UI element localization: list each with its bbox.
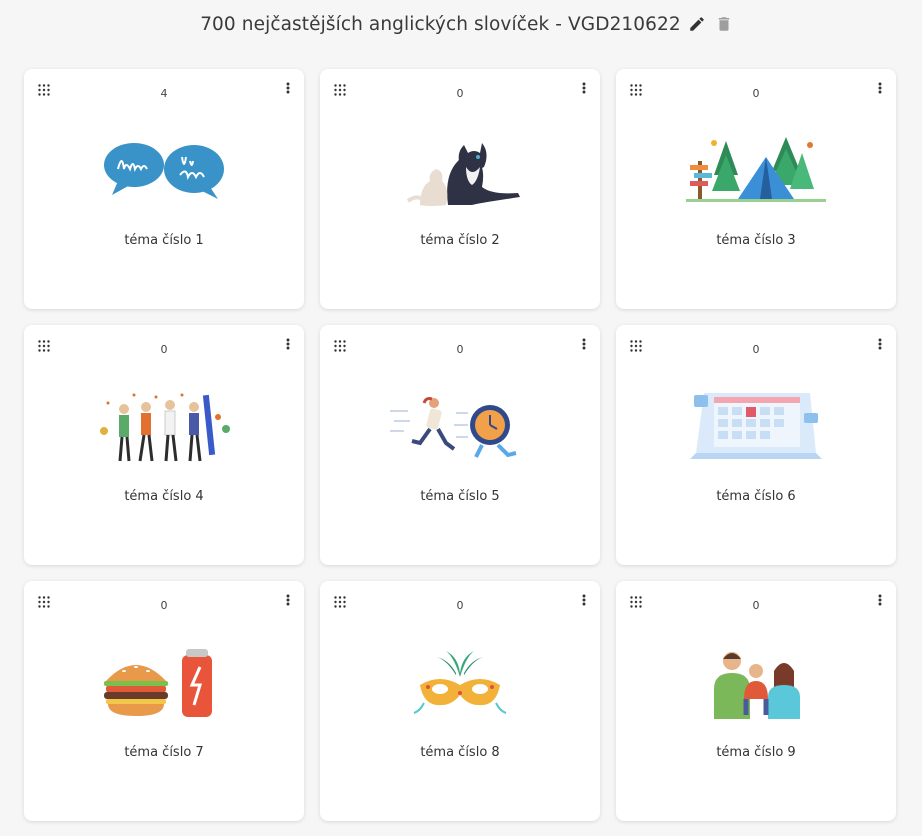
topic-label: téma číslo 4	[124, 489, 204, 504]
word-count: 0	[456, 599, 464, 612]
trash-icon	[718, 17, 730, 31]
dog-and-cat-illustration	[406, 143, 520, 206]
more-menu-icon[interactable]	[282, 337, 294, 351]
word-count: 0	[456, 87, 464, 100]
topic-card-7[interactable]: 0 téma číslo 7	[24, 581, 304, 821]
topic-card-4[interactable]: 0 téma číslo 4	[24, 325, 304, 565]
topic-card-3[interactable]: 0 téma číslo 3	[616, 69, 896, 309]
topic-card-8[interactable]: 0 téma číslo 8	[320, 581, 600, 821]
calendar-illustration	[690, 393, 822, 459]
more-menu-icon[interactable]	[874, 593, 886, 607]
page-title: 700 nejčastějších anglických slovíček - …	[200, 13, 681, 35]
topic-label: téma číslo 3	[716, 233, 796, 248]
more-menu-icon[interactable]	[874, 337, 886, 351]
word-count: 0	[160, 343, 168, 356]
topic-label: téma číslo 1	[124, 233, 204, 248]
burger-and-soda-illustration	[104, 649, 212, 717]
speech-bubbles-illustration	[104, 143, 224, 199]
pencil-icon	[690, 17, 704, 31]
word-count: 0	[752, 87, 760, 100]
party-people-illustration	[100, 393, 230, 462]
topic-card-9[interactable]: 0 téma číslo 9	[616, 581, 896, 821]
family-illustration	[714, 652, 800, 719]
carnival-mask-illustration	[413, 651, 507, 714]
page-header: 700 nejčastějších anglických slovíček - …	[0, 0, 922, 48]
topic-label: téma číslo 2	[420, 233, 500, 248]
more-menu-icon[interactable]	[874, 81, 886, 95]
topic-label: téma číslo 7	[124, 745, 204, 760]
topic-card-2[interactable]: 0 téma číslo 2	[320, 69, 600, 309]
topic-label: téma číslo 6	[716, 489, 796, 504]
camping-illustration	[686, 137, 826, 202]
more-menu-icon[interactable]	[578, 81, 590, 95]
more-menu-icon[interactable]	[282, 593, 294, 607]
word-count: 0	[752, 343, 760, 356]
more-menu-icon[interactable]	[578, 337, 590, 351]
topic-card-6[interactable]: 0 téma číslo 6	[616, 325, 896, 565]
more-menu-icon[interactable]	[282, 81, 294, 95]
word-count: 0	[752, 599, 760, 612]
topic-label: téma číslo 8	[420, 745, 500, 760]
topic-label: téma číslo 9	[716, 745, 796, 760]
topic-label: téma číslo 5	[420, 489, 500, 504]
word-count: 0	[456, 343, 464, 356]
running-from-clock-illustration	[390, 397, 517, 458]
delete-button[interactable]	[713, 13, 735, 35]
word-count: 4	[160, 87, 168, 100]
topic-card-1[interactable]: 4 téma číslo 1	[24, 69, 304, 309]
more-menu-icon[interactable]	[578, 593, 590, 607]
edit-button[interactable]	[686, 13, 708, 35]
word-count: 0	[160, 599, 168, 612]
topic-card-5[interactable]: 0 téma číslo 5	[320, 325, 600, 565]
